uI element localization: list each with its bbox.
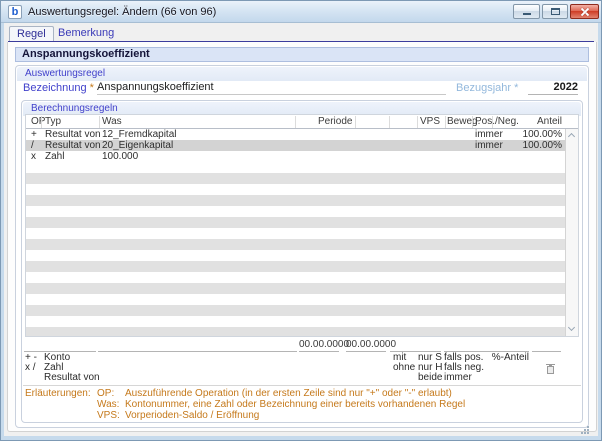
close-button[interactable] bbox=[570, 4, 599, 19]
table-empty-row[interactable] bbox=[26, 195, 565, 206]
column-divider bbox=[295, 116, 296, 128]
resize-grip[interactable] bbox=[581, 426, 583, 428]
chevron-up-icon bbox=[568, 133, 575, 140]
column-divider bbox=[355, 116, 356, 128]
periode-bis-field[interactable]: 00.00.0000 bbox=[346, 340, 386, 350]
note-term: OP: bbox=[97, 389, 114, 399]
cell-typ: Zahl bbox=[45, 151, 64, 162]
table-empty-row[interactable] bbox=[26, 305, 565, 316]
column-divider bbox=[389, 116, 390, 128]
minimize-button[interactable] bbox=[513, 4, 540, 19]
cell-typ: Resultat von bbox=[45, 129, 101, 140]
cell-anteil: 100.00% bbox=[496, 129, 562, 140]
col-periode: Periode bbox=[318, 116, 352, 128]
table-scrollbar[interactable] bbox=[565, 129, 578, 336]
legend-vps-value: ohne bbox=[393, 363, 415, 373]
cell-anteil: 100.00% bbox=[496, 140, 562, 151]
table-empty-row[interactable] bbox=[26, 250, 565, 261]
col-op: OP bbox=[31, 116, 45, 128]
table-empty-row[interactable] bbox=[26, 162, 565, 173]
window-title: Auswertungsregel: Ändern (66 von 96) bbox=[28, 6, 216, 18]
note-term: Was: bbox=[97, 400, 119, 410]
bezugsjahr-label: Bezugsjahr * bbox=[456, 82, 518, 94]
tab-bemerkung[interactable]: Bemerkung bbox=[51, 26, 121, 42]
trash-icon[interactable] bbox=[547, 366, 554, 374]
required-marker: * bbox=[514, 82, 518, 94]
table-empty-row[interactable] bbox=[26, 184, 565, 195]
table-empty-row[interactable] bbox=[26, 272, 565, 283]
column-divider bbox=[445, 116, 446, 128]
table-empty-row[interactable] bbox=[26, 316, 565, 327]
notes-label: Erläuterungen: bbox=[25, 389, 91, 399]
table-empty-row[interactable] bbox=[26, 283, 565, 294]
note-text: Vorperioden-Saldo / Eröffnung bbox=[125, 411, 259, 421]
bezeichnung-input[interactable]: Anspannungskoeffizient bbox=[97, 80, 446, 95]
legend-typ-value: Resultat von bbox=[44, 373, 100, 383]
table-empty-row[interactable] bbox=[26, 294, 565, 305]
cell-was: 100.000 bbox=[102, 151, 138, 162]
cell-was: 12_Fremdkapital bbox=[102, 129, 176, 140]
table-body: + Resultat von 12_Fremdkapital immer 100… bbox=[26, 129, 565, 336]
column-divider bbox=[417, 116, 418, 128]
col-was: Was bbox=[102, 116, 122, 128]
column-divider bbox=[472, 116, 473, 128]
legend-anteil-value: %-Anteil bbox=[479, 353, 529, 363]
required-marker: * bbox=[90, 82, 94, 94]
note-term: VPS: bbox=[97, 411, 120, 421]
tab-regel[interactable]: Regel bbox=[9, 26, 54, 42]
col-anteil: Anteil bbox=[496, 116, 562, 128]
group-auswertungsregel-title: Auswertungsregel bbox=[17, 67, 587, 81]
table-empty-row[interactable] bbox=[26, 327, 565, 336]
scroll-down-button[interactable] bbox=[566, 323, 578, 335]
table-row[interactable]: / Resultat von 20_Eigenkapital immer 100… bbox=[26, 140, 565, 151]
legend-divider bbox=[23, 385, 581, 386]
entry-field-underline[interactable] bbox=[532, 351, 561, 352]
table-empty-rows bbox=[26, 162, 565, 336]
legend-op-symbols: x / bbox=[25, 363, 36, 373]
table-row[interactable]: x Zahl 100.000 bbox=[26, 151, 565, 162]
col-typ: Typ bbox=[45, 116, 61, 128]
rule-title-bar: Anspannungskoeffizient bbox=[15, 47, 589, 62]
note-text: Auszuführende Operation (in der ersten Z… bbox=[125, 389, 452, 399]
table-empty-row[interactable] bbox=[26, 173, 565, 184]
table-row[interactable]: + Resultat von 12_Fremdkapital immer 100… bbox=[26, 129, 565, 140]
cell-op: x bbox=[31, 151, 36, 162]
entry-field-underline[interactable] bbox=[299, 351, 339, 352]
app-icon: b bbox=[8, 5, 22, 19]
table-empty-row[interactable] bbox=[26, 217, 565, 228]
note-text: Kontonummer, eine Zahl oder Bezeichnung … bbox=[125, 400, 465, 410]
minimize-icon bbox=[523, 13, 531, 15]
bezugsjahr-input[interactable]: 2022 bbox=[528, 80, 578, 95]
maximize-icon bbox=[551, 8, 560, 15]
column-divider bbox=[492, 116, 493, 128]
entry-field-underline[interactable] bbox=[346, 351, 386, 352]
col-vps: VPS bbox=[420, 116, 440, 128]
cell-typ: Resultat von bbox=[45, 140, 101, 151]
cell-op: + bbox=[31, 129, 37, 140]
chevron-down-icon bbox=[568, 324, 575, 331]
cell-was: 20_Eigenkapital bbox=[102, 140, 173, 151]
titlebar: b Auswertungsregel: Ändern (66 von 96) bbox=[1, 1, 601, 23]
window: b Auswertungsregel: Ändern (66 von 96) R… bbox=[0, 0, 602, 441]
table-empty-row[interactable] bbox=[26, 239, 565, 250]
entry-field-underline[interactable] bbox=[98, 351, 297, 352]
table-empty-row[interactable] bbox=[26, 261, 565, 272]
column-divider bbox=[99, 116, 100, 128]
column-divider bbox=[41, 116, 42, 128]
legend-beweg-value: beide bbox=[418, 373, 442, 383]
table-empty-row[interactable] bbox=[26, 228, 565, 239]
scroll-up-button[interactable] bbox=[566, 130, 578, 142]
rules-table: OP Typ Was Periode VPS Beweg. Pos./Neg. … bbox=[25, 114, 579, 337]
cell-anteil bbox=[496, 151, 562, 162]
legend-pos-neg-value: immer bbox=[444, 373, 472, 383]
table-header: OP Typ Was Periode VPS Beweg. Pos./Neg. … bbox=[26, 115, 578, 129]
cell-op: / bbox=[31, 140, 34, 151]
periode-von-field[interactable]: 00.00.0000 bbox=[299, 340, 339, 350]
maximize-button[interactable] bbox=[542, 4, 568, 19]
table-empty-row[interactable] bbox=[26, 206, 565, 217]
bezeichnung-label: Bezeichnung * bbox=[23, 82, 94, 94]
